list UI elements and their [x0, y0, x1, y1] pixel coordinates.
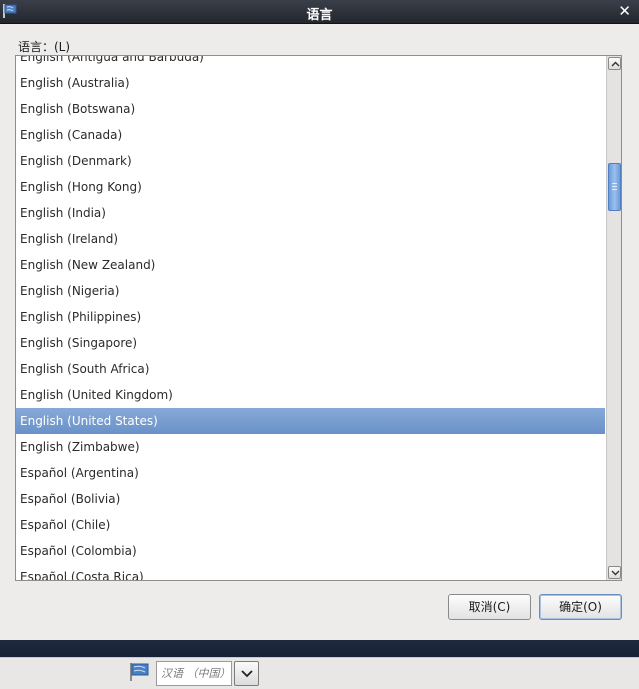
list-item[interactable]: English (Philippines) — [16, 304, 605, 330]
bottom-bar: 汉语 （中国） — [0, 657, 639, 689]
scroll-up-button[interactable] — [608, 57, 621, 70]
list-item[interactable]: English (Ireland) — [16, 226, 605, 252]
scroll-thumb[interactable] — [608, 163, 621, 211]
language-list-frame: English (Antigua and Barbuda) English (Au… — [15, 55, 622, 581]
ok-button[interactable]: 确定(O) — [539, 594, 622, 620]
list-item[interactable]: Español (Colombia) — [16, 538, 605, 564]
list-item[interactable]: English (South Africa) — [16, 356, 605, 382]
list-item[interactable]: Español (Bolivia) — [16, 486, 605, 512]
cancel-button[interactable]: 取消(C) — [448, 594, 531, 620]
list-item[interactable]: English (Botswana) — [16, 96, 605, 122]
language-list[interactable]: English (Antigua and Barbuda) English (Au… — [16, 56, 605, 580]
list-item[interactable]: English (Denmark) — [16, 148, 605, 174]
language-dialog: 语言：(L) English (Antigua and Barbuda) Engl… — [0, 24, 639, 640]
list-item[interactable]: English (Nigeria) — [16, 278, 605, 304]
list-item[interactable]: English (United Kingdom) — [16, 382, 605, 408]
desktop-strip — [0, 640, 639, 657]
chevron-up-icon — [611, 61, 620, 67]
keyboard-layout-field[interactable]: 汉语 （中国） — [156, 661, 232, 686]
list-item[interactable]: English (United States) — [16, 408, 605, 434]
list-item[interactable]: Español (Argentina) — [16, 460, 605, 486]
scroll-down-button[interactable] — [608, 566, 621, 579]
list-item[interactable]: English (New Zealand) — [16, 252, 605, 278]
list-item[interactable]: English (Antigua and Barbuda) — [16, 56, 605, 70]
list-item[interactable]: Español (Chile) — [16, 512, 605, 538]
vertical-scrollbar[interactable] — [606, 56, 621, 580]
language-label: 语言：(L) — [18, 40, 71, 54]
title-bar: 语言 ✕ — [0, 0, 639, 24]
close-icon[interactable]: ✕ — [618, 3, 631, 19]
grip-icon — [612, 183, 617, 190]
keyboard-dropdown-button[interactable] — [234, 661, 259, 686]
list-item[interactable]: Español (Costa Rica) — [16, 564, 605, 580]
list-item[interactable]: English (Canada) — [16, 122, 605, 148]
language-list-items: English (Antigua and Barbuda) English (Au… — [16, 56, 605, 580]
list-item[interactable]: English (Singapore) — [16, 330, 605, 356]
list-item[interactable]: English (Australia) — [16, 70, 605, 96]
flag-icon — [128, 662, 150, 682]
list-item[interactable]: English (Hong Kong) — [16, 174, 605, 200]
window-title: 语言 — [306, 8, 333, 23]
list-item[interactable]: English (Zimbabwe) — [16, 434, 605, 460]
chevron-down-icon — [611, 570, 620, 576]
list-item[interactable]: English (India) — [16, 200, 605, 226]
chevron-down-icon — [241, 670, 253, 678]
